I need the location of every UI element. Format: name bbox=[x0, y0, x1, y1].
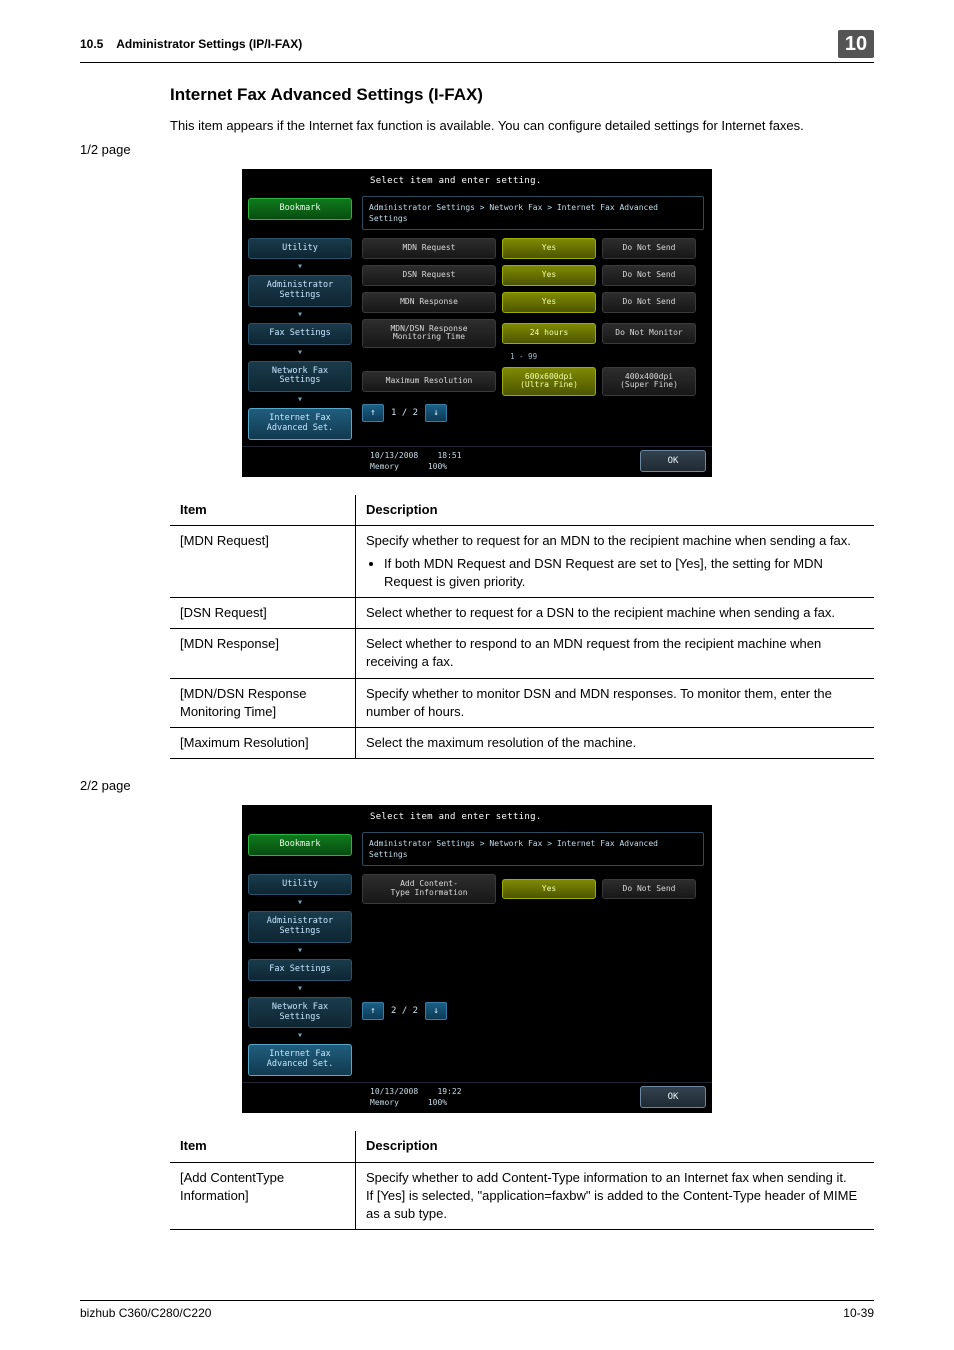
breadcrumb-sidebar: Bookmark Utility ▾ Administrator Setting… bbox=[242, 828, 358, 1082]
settings-table-1: Item Description [MDN Request] Specify w… bbox=[170, 495, 874, 759]
page-footer: bizhub C360/C280/C220 10-39 bbox=[80, 1300, 874, 1322]
ok-button[interactable]: OK bbox=[640, 450, 706, 473]
max-res-400[interactable]: 400x400dpi (Super Fine) bbox=[602, 367, 696, 397]
table-row: Select the maximum resolution of the mac… bbox=[356, 727, 875, 758]
mdn-request-yes[interactable]: Yes bbox=[502, 238, 596, 259]
crumb-ifax-adv[interactable]: Internet Fax Advanced Set. bbox=[248, 1044, 352, 1076]
col-item: Item bbox=[170, 495, 356, 526]
add-ct-no[interactable]: Do Not Send bbox=[602, 879, 696, 900]
settings-table-2: Item Description [Add ContentType Inform… bbox=[170, 1131, 874, 1230]
crumb-fax-settings[interactable]: Fax Settings bbox=[248, 323, 352, 345]
intro-paragraph: This item appears if the Internet fax fu… bbox=[170, 117, 874, 135]
page-heading: Internet Fax Advanced Settings (I-FAX) bbox=[170, 83, 874, 107]
dsn-request-label[interactable]: DSN Request bbox=[362, 265, 496, 286]
mon-time-off[interactable]: Do Not Monitor bbox=[602, 323, 696, 344]
pager: ↑ 2 / 2 ↓ bbox=[362, 1002, 447, 1020]
col-desc: Description bbox=[356, 495, 875, 526]
breadcrumb-path: Administrator Settings > Network Fax > I… bbox=[362, 832, 704, 866]
breadcrumb-path: Administrator Settings > Network Fax > I… bbox=[362, 196, 704, 230]
ok-button[interactable]: OK bbox=[640, 1086, 706, 1109]
footer-page: 10-39 bbox=[843, 1305, 874, 1322]
mdn-response-no[interactable]: Do Not Send bbox=[602, 292, 696, 313]
panel-prompt: Select item and enter setting. bbox=[242, 169, 712, 192]
crumb-utility[interactable]: Utility bbox=[248, 238, 352, 260]
table-row: [MDN Response] bbox=[170, 629, 356, 678]
pager-label: 2 / 2 bbox=[387, 1005, 422, 1018]
mdn-request-no[interactable]: Do Not Send bbox=[602, 238, 696, 259]
page-up-button[interactable]: ↑ bbox=[362, 1002, 384, 1020]
add-ct-label[interactable]: Add Content- Type Information bbox=[362, 874, 496, 904]
chevron-down-icon: ▾ bbox=[248, 398, 352, 402]
table-row: [MDN Request] bbox=[170, 526, 356, 598]
mon-time-value[interactable]: 24 hours bbox=[502, 323, 596, 344]
table-row: [DSN Request] bbox=[170, 598, 356, 629]
col-item: Item bbox=[170, 1131, 356, 1162]
table-row: Select whether to request for a DSN to t… bbox=[356, 598, 875, 629]
chevron-down-icon: ▾ bbox=[248, 901, 352, 905]
running-header: 10.5 Administrator Settings (IP/I-FAX) 1… bbox=[80, 30, 874, 63]
section-title: Administrator Settings (IP/I-FAX) bbox=[116, 37, 302, 51]
crumb-network-fax[interactable]: Network Fax Settings bbox=[248, 361, 352, 393]
crumb-utility[interactable]: Utility bbox=[248, 874, 352, 896]
chevron-down-icon: ▾ bbox=[248, 1034, 352, 1038]
mdn-response-label[interactable]: MDN Response bbox=[362, 292, 496, 313]
dsn-request-no[interactable]: Do Not Send bbox=[602, 265, 696, 286]
table-row: Select whether to respond to an MDN requ… bbox=[356, 629, 875, 678]
table-row: [MDN/DSN Response Monitoring Time] bbox=[170, 678, 356, 727]
mfp-screenshot-1: Select item and enter setting. Bookmark … bbox=[242, 169, 712, 477]
pager: ↑ 1 / 2 ↓ bbox=[362, 404, 447, 422]
table-row: [Add ContentType Information] bbox=[170, 1162, 356, 1230]
footer-model: bizhub C360/C280/C220 bbox=[80, 1305, 211, 1322]
crumb-network-fax[interactable]: Network Fax Settings bbox=[248, 997, 352, 1029]
breadcrumb-sidebar: Bookmark Utility ▾ Administrator Setting… bbox=[242, 192, 358, 446]
crumb-ifax-adv[interactable]: Internet Fax Advanced Set. bbox=[248, 408, 352, 440]
page2-label: 2/2 page bbox=[80, 777, 874, 795]
mdn-request-label[interactable]: MDN Request bbox=[362, 238, 496, 259]
bookmark-button[interactable]: Bookmark bbox=[248, 834, 352, 856]
page-up-button[interactable]: ↑ bbox=[362, 404, 384, 422]
table-row: Specify whether to add Content-Type info… bbox=[356, 1162, 875, 1230]
page1-label: 1/2 page bbox=[80, 141, 874, 159]
mfp-screenshot-2: Select item and enter setting. Bookmark … bbox=[242, 805, 712, 1113]
chevron-down-icon: ▾ bbox=[248, 351, 352, 355]
add-ct-yes[interactable]: Yes bbox=[502, 879, 596, 900]
chevron-down-icon: ▾ bbox=[248, 313, 352, 317]
col-desc: Description bbox=[356, 1131, 875, 1162]
mdn-response-yes[interactable]: Yes bbox=[502, 292, 596, 313]
section-number: 10.5 bbox=[80, 37, 103, 51]
chapter-badge: 10 bbox=[838, 30, 874, 58]
page-down-button[interactable]: ↓ bbox=[425, 404, 447, 422]
mon-time-label[interactable]: MDN/DSN Response Monitoring Time bbox=[362, 319, 496, 349]
bookmark-button[interactable]: Bookmark bbox=[248, 198, 352, 220]
pager-label: 1 / 2 bbox=[387, 407, 422, 420]
status-info: 10/13/2008 19:22 Memory 100% bbox=[370, 1086, 462, 1108]
panel-prompt: Select item and enter setting. bbox=[242, 805, 712, 828]
table-row: Specify whether to request for an MDN to… bbox=[356, 526, 875, 598]
table-row: Specify whether to monitor DSN and MDN r… bbox=[356, 678, 875, 727]
max-res-label[interactable]: Maximum Resolution bbox=[362, 371, 496, 392]
max-res-600[interactable]: 600x600dpi (Ultra Fine) bbox=[502, 367, 596, 397]
page-down-button[interactable]: ↓ bbox=[425, 1002, 447, 1020]
chevron-down-icon: ▾ bbox=[248, 949, 352, 953]
crumb-admin-settings[interactable]: Administrator Settings bbox=[248, 911, 352, 943]
range-note: 1 - 99 bbox=[510, 352, 704, 363]
crumb-admin-settings[interactable]: Administrator Settings bbox=[248, 275, 352, 307]
table-row: [Maximum Resolution] bbox=[170, 727, 356, 758]
crumb-fax-settings[interactable]: Fax Settings bbox=[248, 959, 352, 981]
status-info: 10/13/2008 18:51 Memory 100% bbox=[370, 450, 462, 472]
chevron-down-icon: ▾ bbox=[248, 987, 352, 991]
dsn-request-yes[interactable]: Yes bbox=[502, 265, 596, 286]
chevron-down-icon: ▾ bbox=[248, 265, 352, 269]
